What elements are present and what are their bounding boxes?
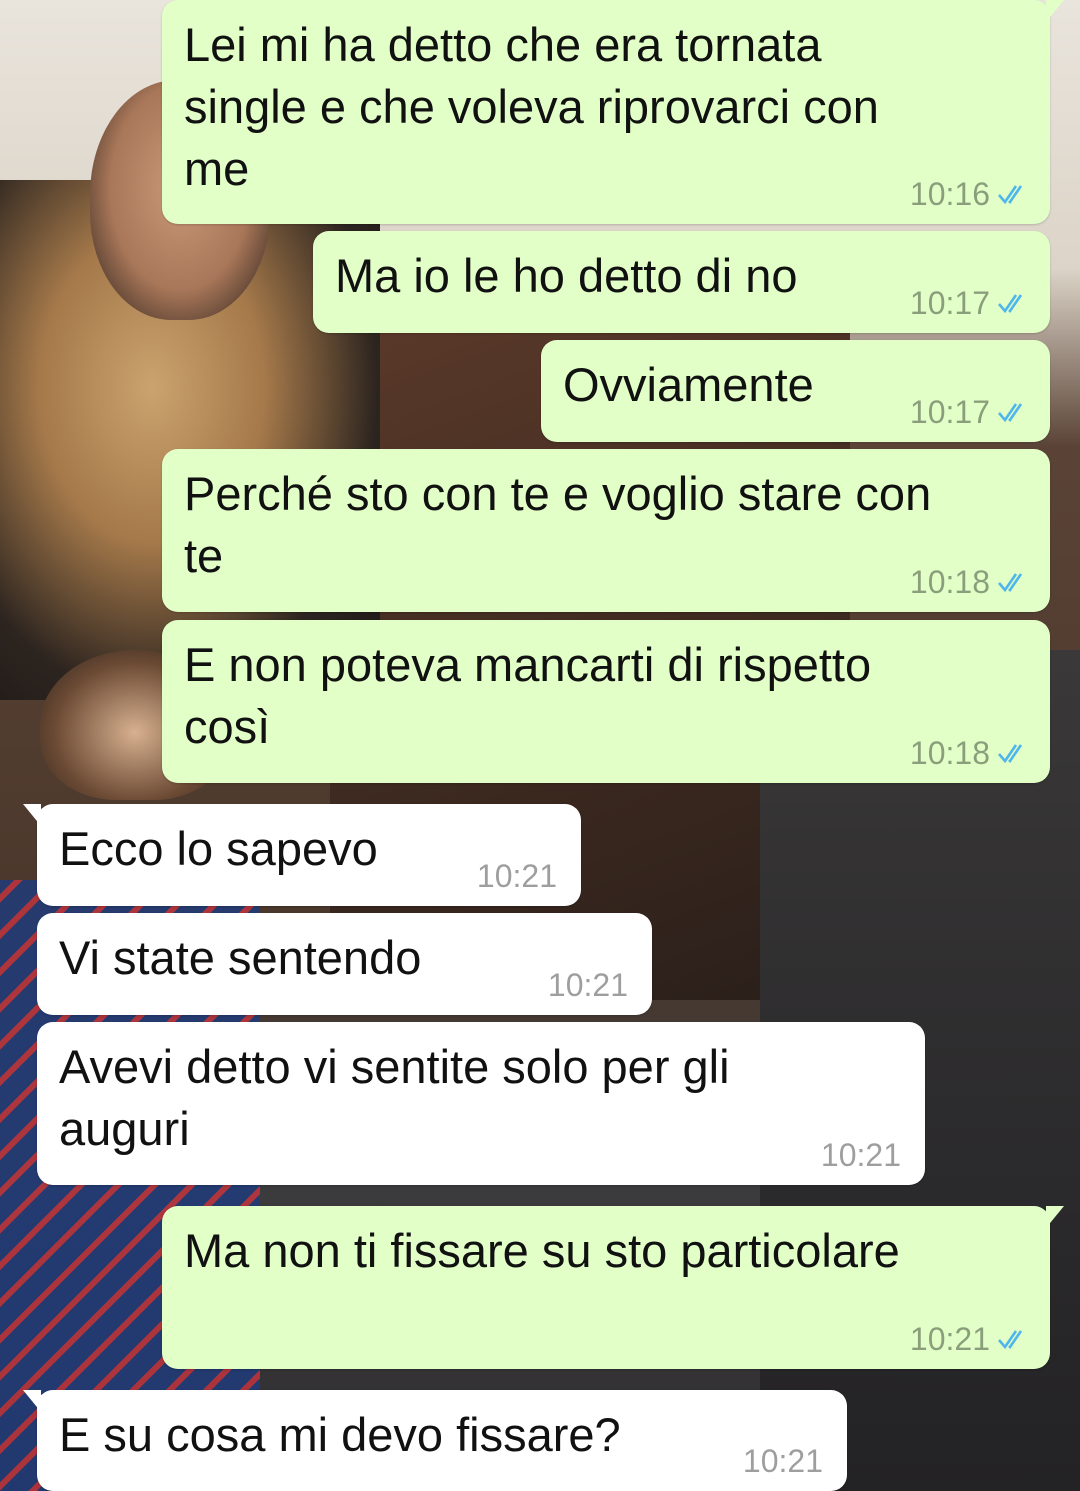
message-meta: 10:21 xyxy=(548,967,628,1003)
bubble-tail xyxy=(1046,1206,1064,1228)
message-time: 10:18 xyxy=(909,735,990,771)
message-text: E non poteva mancarti di rispetto così xyxy=(184,638,872,753)
double-check-icon xyxy=(998,1330,1023,1350)
message-meta: 10:21 xyxy=(743,1443,823,1479)
outgoing-message[interactable]: Ma io le ho detto di no 10:17 xyxy=(313,231,1050,333)
message-meta: 10:16 xyxy=(910,176,1028,212)
message-text: Ma non ti fissare su sto particolare xyxy=(184,1224,900,1277)
bubble-tail xyxy=(23,1390,41,1412)
message-meta: 10:17 xyxy=(910,285,1028,321)
message-time: 10:17 xyxy=(909,394,990,430)
message-meta: 10:21 xyxy=(910,1321,1028,1357)
message-time: 10:21 xyxy=(909,1321,990,1357)
message-time: 10:16 xyxy=(909,176,990,212)
incoming-message[interactable]: Avevi detto vi sentite solo per gli augu… xyxy=(37,1022,925,1185)
message-time: 10:17 xyxy=(909,285,990,321)
bubble-tail xyxy=(23,804,41,826)
message-text: Lei mi ha detto che era tornata single e… xyxy=(184,18,879,195)
message-time: 10:21 xyxy=(820,1137,901,1173)
outgoing-message[interactable]: Lei mi ha detto che era tornata single e… xyxy=(162,0,1064,224)
double-check-icon xyxy=(998,185,1023,205)
message-meta: 10:21 xyxy=(821,1137,901,1173)
message-text: Avevi detto vi sentite solo per gli augu… xyxy=(59,1040,730,1155)
message-meta: 10:18 xyxy=(910,735,1028,771)
message-time: 10:21 xyxy=(476,858,557,894)
outgoing-message[interactable]: E non poteva mancarti di rispetto così 1… xyxy=(162,620,1050,783)
double-check-icon xyxy=(998,744,1023,764)
double-check-icon xyxy=(998,403,1023,423)
message-text: E su cosa mi devo fissare? xyxy=(59,1408,621,1461)
message-text: Perché sto con te e voglio stare con te xyxy=(184,467,932,582)
double-check-icon xyxy=(998,294,1023,314)
incoming-message[interactable]: E su cosa mi devo fissare? 10:21 xyxy=(23,1390,847,1491)
message-time: 10:18 xyxy=(909,564,990,600)
double-check-icon xyxy=(998,573,1023,593)
message-time: 10:21 xyxy=(742,1443,823,1479)
message-text: Vi state sentendo xyxy=(59,931,422,984)
outgoing-message[interactable]: Ma non ti fissare su sto particolare 10:… xyxy=(162,1206,1064,1369)
chat-message-list[interactable]: Lei mi ha detto che era tornata single e… xyxy=(0,0,1080,1491)
bubble-tail xyxy=(1046,0,1064,22)
outgoing-message[interactable]: Ovviamente 10:17 xyxy=(541,340,1050,442)
outgoing-message[interactable]: Perché sto con te e voglio stare con te … xyxy=(162,449,1050,612)
message-time: 10:21 xyxy=(547,967,628,1003)
incoming-message[interactable]: Vi state sentendo 10:21 xyxy=(37,913,652,1015)
incoming-message[interactable]: Ecco lo sapevo 10:21 xyxy=(23,804,581,906)
message-meta: 10:21 xyxy=(477,858,557,894)
message-meta: 10:18 xyxy=(910,564,1028,600)
message-meta: 10:17 xyxy=(910,394,1028,430)
